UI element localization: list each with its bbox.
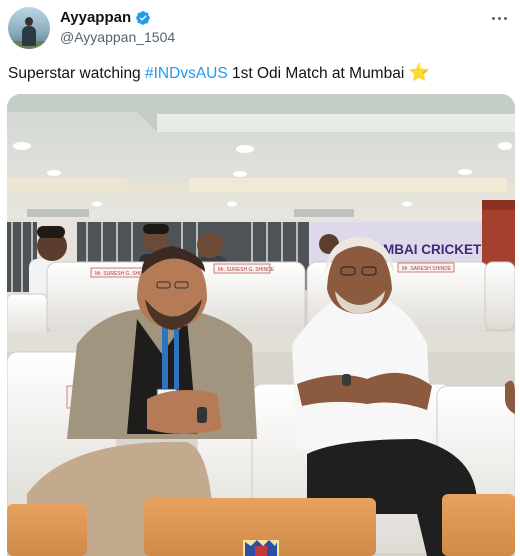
- seat-label-2: Mr. SURESH G. SHINDE: [218, 267, 275, 273]
- verified-badge-icon: [136, 10, 150, 25]
- crest-logo: [243, 540, 279, 556]
- avatar[interactable]: [8, 7, 50, 49]
- tweet-text: Superstar watching #INDvsAUS 1st Odi Mat…: [8, 62, 508, 85]
- hashtag-link[interactable]: #INDvsAUS: [145, 65, 228, 82]
- tweet-header: Ayyappan @Ayyappan_1504: [0, 0, 520, 60]
- author-display-name[interactable]: Ayyappan: [60, 9, 131, 26]
- tweet-text-after: 1st Odi Match at Mumbai: [227, 65, 409, 82]
- star-emoji-icon: ⭐: [408, 63, 430, 82]
- author-name-row: Ayyappan: [60, 9, 151, 26]
- seat-label-3: Mr. SARESH SHINDE: [402, 266, 452, 272]
- tweet-text-before: Superstar watching: [8, 65, 145, 82]
- author-handle[interactable]: @Ayyappan_1504: [60, 29, 175, 45]
- more-options-icon[interactable]: [488, 8, 510, 28]
- tweet-photo[interactable]: MUMBAI CRICKET A Mr. SURESH G. SHINDE Mr…: [7, 94, 515, 556]
- photo-scene: MUMBAI CRICKET A Mr. SURESH G. SHINDE Mr…: [7, 94, 515, 556]
